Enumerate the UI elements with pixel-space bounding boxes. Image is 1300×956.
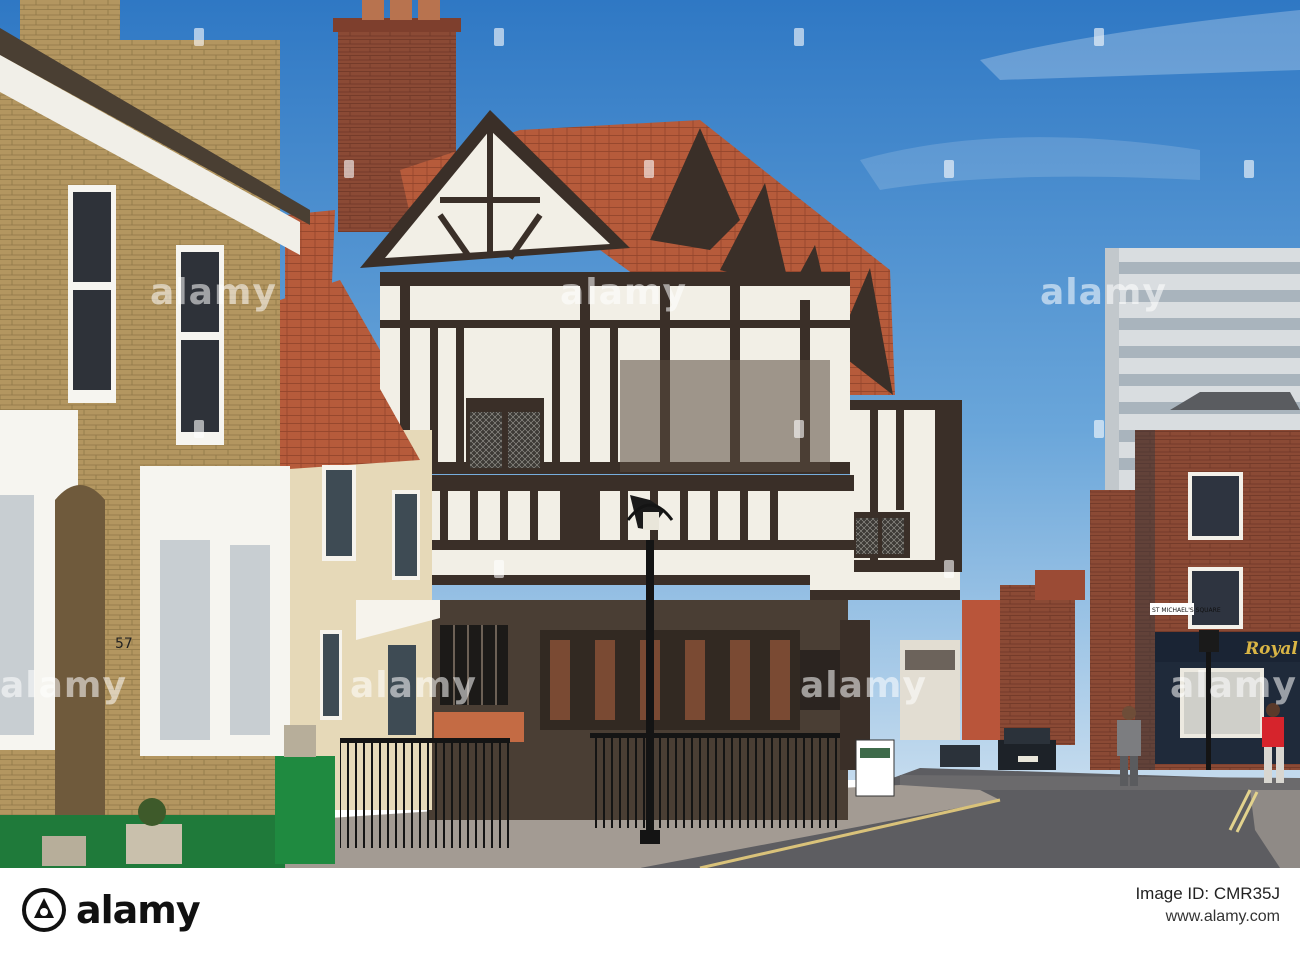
watermark-dot	[1244, 160, 1254, 178]
watermark-dot	[944, 560, 954, 578]
railings-left	[340, 738, 510, 848]
pub-sign: Royal	[1244, 639, 1298, 659]
watermark-dot	[1094, 420, 1104, 438]
watermark-dot	[194, 420, 204, 438]
watermark-dot	[794, 420, 804, 438]
watermark-dot	[944, 160, 954, 178]
watermark-dot	[1094, 28, 1104, 46]
logo-text: alamy	[76, 888, 201, 932]
site-url[interactable]: www.alamy.com	[1135, 908, 1280, 926]
railings-right	[590, 733, 840, 828]
alamy-logo-icon	[22, 888, 66, 932]
house-number: 57	[115, 636, 133, 652]
image-id: Image ID: CMR35J	[1135, 884, 1280, 903]
street-photo: Royal ST MICHAEL'S SQUARE 57 alamy alamy…	[0, 0, 1300, 868]
alamy-logo[interactable]: alamy	[22, 880, 201, 940]
street-sign: ST MICHAEL'S SQUARE	[1152, 607, 1221, 614]
watermark-dot	[494, 560, 504, 578]
watermark-dot	[794, 28, 804, 46]
watermark-dot	[644, 160, 654, 178]
watermark-dot	[494, 28, 504, 46]
image-info: Image ID: CMR35J www.alamy.com	[1135, 884, 1280, 926]
watermark-dot	[344, 160, 354, 178]
watermark-dot	[194, 28, 204, 46]
